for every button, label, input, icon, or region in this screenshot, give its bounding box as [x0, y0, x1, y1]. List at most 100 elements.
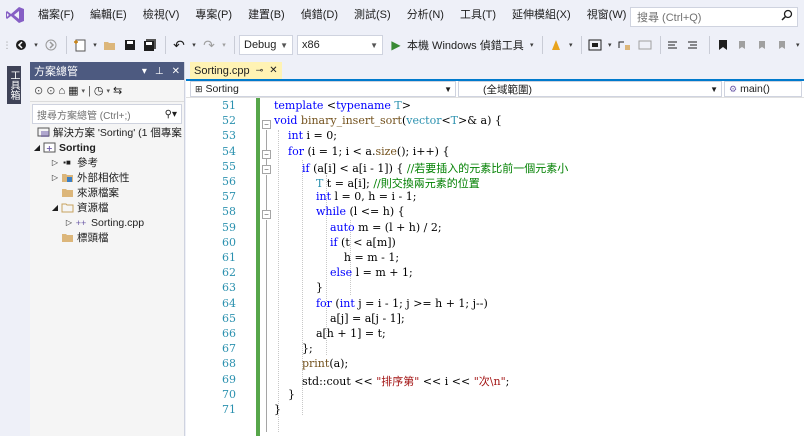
collapse-toggle-icon[interactable]: −: [262, 210, 271, 219]
close-icon[interactable]: ✕: [269, 65, 277, 76]
tree-item-header-files[interactable]: 標頭檔: [60, 230, 109, 245]
dropdown-arrow-icon[interactable]: ▾: [528, 35, 536, 55]
solution-platform-value: x86: [302, 39, 320, 51]
solution-platform-select[interactable]: x86 ▼: [297, 35, 383, 55]
menu-window[interactable]: 視窗(W): [579, 0, 635, 30]
line-number: 55: [222, 159, 236, 173]
line-number: 57: [222, 190, 236, 204]
line-number: 71: [222, 403, 236, 416]
forward-icon[interactable]: ⊙: [46, 84, 55, 97]
toolbox-tab[interactable]: 工具箱: [7, 66, 21, 104]
navigate-forward-icon[interactable]: [42, 35, 60, 55]
code-line: };: [274, 342, 313, 356]
member-select[interactable]: ⚙ main(): [724, 81, 802, 97]
standard-toolbar: ⋮ ▾ ▾ ↶ ▾ ↷ ▾ Debug ▼ x86 ▼ ▶ 本機 Windows…: [0, 30, 804, 60]
dropdown-arrow-icon[interactable]: ▾: [220, 35, 228, 55]
navigation-bar: ⊞ Sorting ▼ (全域範圍) ▼ ⚙ main(): [186, 81, 804, 98]
menu-test[interactable]: 測試(S): [346, 0, 399, 30]
folder-icon: [60, 232, 74, 243]
collapse-toggle-icon[interactable]: −: [262, 165, 271, 174]
menu-debug[interactable]: 偵錯(D): [293, 0, 346, 30]
uncomment-lines-icon[interactable]: [685, 35, 703, 55]
back-icon[interactable]: ⊙: [34, 84, 43, 97]
run-icon[interactable]: ▶: [387, 35, 405, 55]
tab-sorting-cpp[interactable]: Sorting.cpp ⊸ ✕: [190, 62, 282, 79]
tree-item-source-files[interactable]: 來源檔案: [60, 185, 119, 200]
references-icon: ▪■: [63, 158, 71, 167]
tree-item-label: Sorting.cpp: [91, 216, 145, 229]
expand-arrow-icon[interactable]: ▷: [50, 173, 60, 182]
code-line: std::cout << "排序第" << i << "次\n";: [274, 374, 510, 388]
tree-item-external-deps[interactable]: ▷ 外部相依性: [50, 170, 130, 185]
navigate-back-icon[interactable]: [12, 35, 30, 55]
code-line: }: [274, 281, 323, 295]
pin-icon[interactable]: ⊸: [256, 65, 264, 76]
editor-tab-strip: Sorting.cpp ⊸ ✕: [186, 62, 804, 81]
undo-icon[interactable]: ↶: [170, 35, 188, 55]
code-editor[interactable]: − − − − 51 52 53 54 55 56 57 58 59 60 61 62 63 64 65 66…: [186, 98, 804, 436]
tree-item-resource-files[interactable]: ◢ 資源檔: [50, 200, 109, 215]
switch-views-icon[interactable]: ▦: [68, 84, 78, 97]
solution-search-placeholder: 搜尋方案總管 (Ctrl+;): [37, 110, 131, 122]
new-project-icon[interactable]: [71, 35, 89, 55]
line-number: 68: [222, 357, 236, 371]
save-all-icon[interactable]: [141, 35, 159, 55]
toolbar-separator: [659, 36, 661, 54]
pin-icon[interactable]: ⊥: [155, 66, 164, 77]
window-position-icon[interactable]: ▾: [142, 66, 147, 77]
menu-build[interactable]: 建置(B): [240, 0, 293, 30]
collapse-arrow-icon[interactable]: ◢: [50, 203, 60, 212]
menu-tools[interactable]: 工具(T): [452, 0, 504, 30]
dropdown-arrow-icon[interactable]: ▾: [82, 87, 86, 95]
close-icon[interactable]: ✕: [172, 66, 180, 77]
menu-project[interactable]: 專案(P): [187, 0, 240, 30]
step-icon[interactable]: [616, 35, 634, 55]
pending-changes-icon[interactable]: |: [88, 85, 91, 97]
clear-bookmarks-icon[interactable]: [774, 35, 792, 55]
menu-edit[interactable]: 編輯(E): [82, 0, 135, 30]
home-icon[interactable]: ⌂: [58, 85, 65, 97]
scope-select[interactable]: (全域範圍) ▼: [458, 81, 722, 97]
expand-arrow-icon[interactable]: ▷: [64, 218, 74, 227]
bookmark-icon[interactable]: [714, 35, 732, 55]
prev-bookmark-icon[interactable]: [734, 35, 752, 55]
toolbar-separator: [234, 36, 235, 54]
project-select[interactable]: ⊞ Sorting ▼: [190, 81, 456, 97]
quick-search-input[interactable]: 搜尋 (Ctrl+Q): [630, 7, 798, 27]
dropdown-arrow-icon[interactable]: ▾: [91, 35, 99, 55]
expand-arrow-icon[interactable]: ▷: [50, 158, 60, 167]
find-in-files-icon[interactable]: [636, 35, 654, 55]
collapse-toggle-icon[interactable]: −: [262, 120, 271, 129]
sync-icon[interactable]: ⇆: [113, 84, 122, 97]
solution-search-input[interactable]: 搜尋方案總管 (Ctrl+;) ⚲▾: [32, 104, 182, 124]
comment-lines-icon[interactable]: [665, 35, 683, 55]
open-file-icon[interactable]: [101, 35, 119, 55]
collapse-arrow-icon[interactable]: ◢: [32, 143, 42, 152]
cpp-project-icon: ⊞: [195, 83, 203, 94]
line-number: 67: [222, 342, 236, 356]
browse-icon[interactable]: [586, 35, 604, 55]
tree-item-sorting-cpp[interactable]: ▷ ++ Sorting.cpp: [64, 215, 144, 230]
dropdown-arrow-icon[interactable]: ▾: [106, 87, 110, 95]
tree-item-solution[interactable]: 解決方案 'Sorting' (1 個專案: [36, 125, 182, 140]
dropdown-arrow-icon[interactable]: ▾: [567, 35, 575, 55]
line-number: 63: [222, 281, 236, 295]
menu-extensions[interactable]: 延伸模組(X): [504, 0, 579, 30]
run-debugger-button[interactable]: 本機 Windows 偵錯工具: [407, 37, 524, 53]
menu-analyze[interactable]: 分析(N): [399, 0, 452, 30]
collapse-toggle-icon[interactable]: −: [262, 150, 271, 159]
next-bookmark-icon[interactable]: [754, 35, 772, 55]
solution-config-select[interactable]: Debug ▼: [239, 35, 293, 55]
save-icon[interactable]: [121, 35, 139, 55]
menu-view[interactable]: 檢視(V): [135, 0, 188, 30]
tree-item-project[interactable]: ◢ + Sorting: [32, 140, 96, 155]
dropdown-arrow-icon[interactable]: ▾: [190, 35, 198, 55]
tree-item-references[interactable]: ▷ ▪■ 參考: [50, 155, 98, 170]
history-icon[interactable]: ◷: [94, 84, 104, 97]
toolbar-options-icon[interactable]: ▾: [794, 35, 802, 55]
dropdown-arrow-icon[interactable]: ▾: [32, 35, 40, 55]
hot-reload-icon[interactable]: [547, 35, 565, 55]
redo-icon[interactable]: ↷: [200, 35, 218, 55]
dropdown-arrow-icon[interactable]: ▾: [606, 35, 614, 55]
menu-file[interactable]: 檔案(F): [30, 0, 82, 30]
